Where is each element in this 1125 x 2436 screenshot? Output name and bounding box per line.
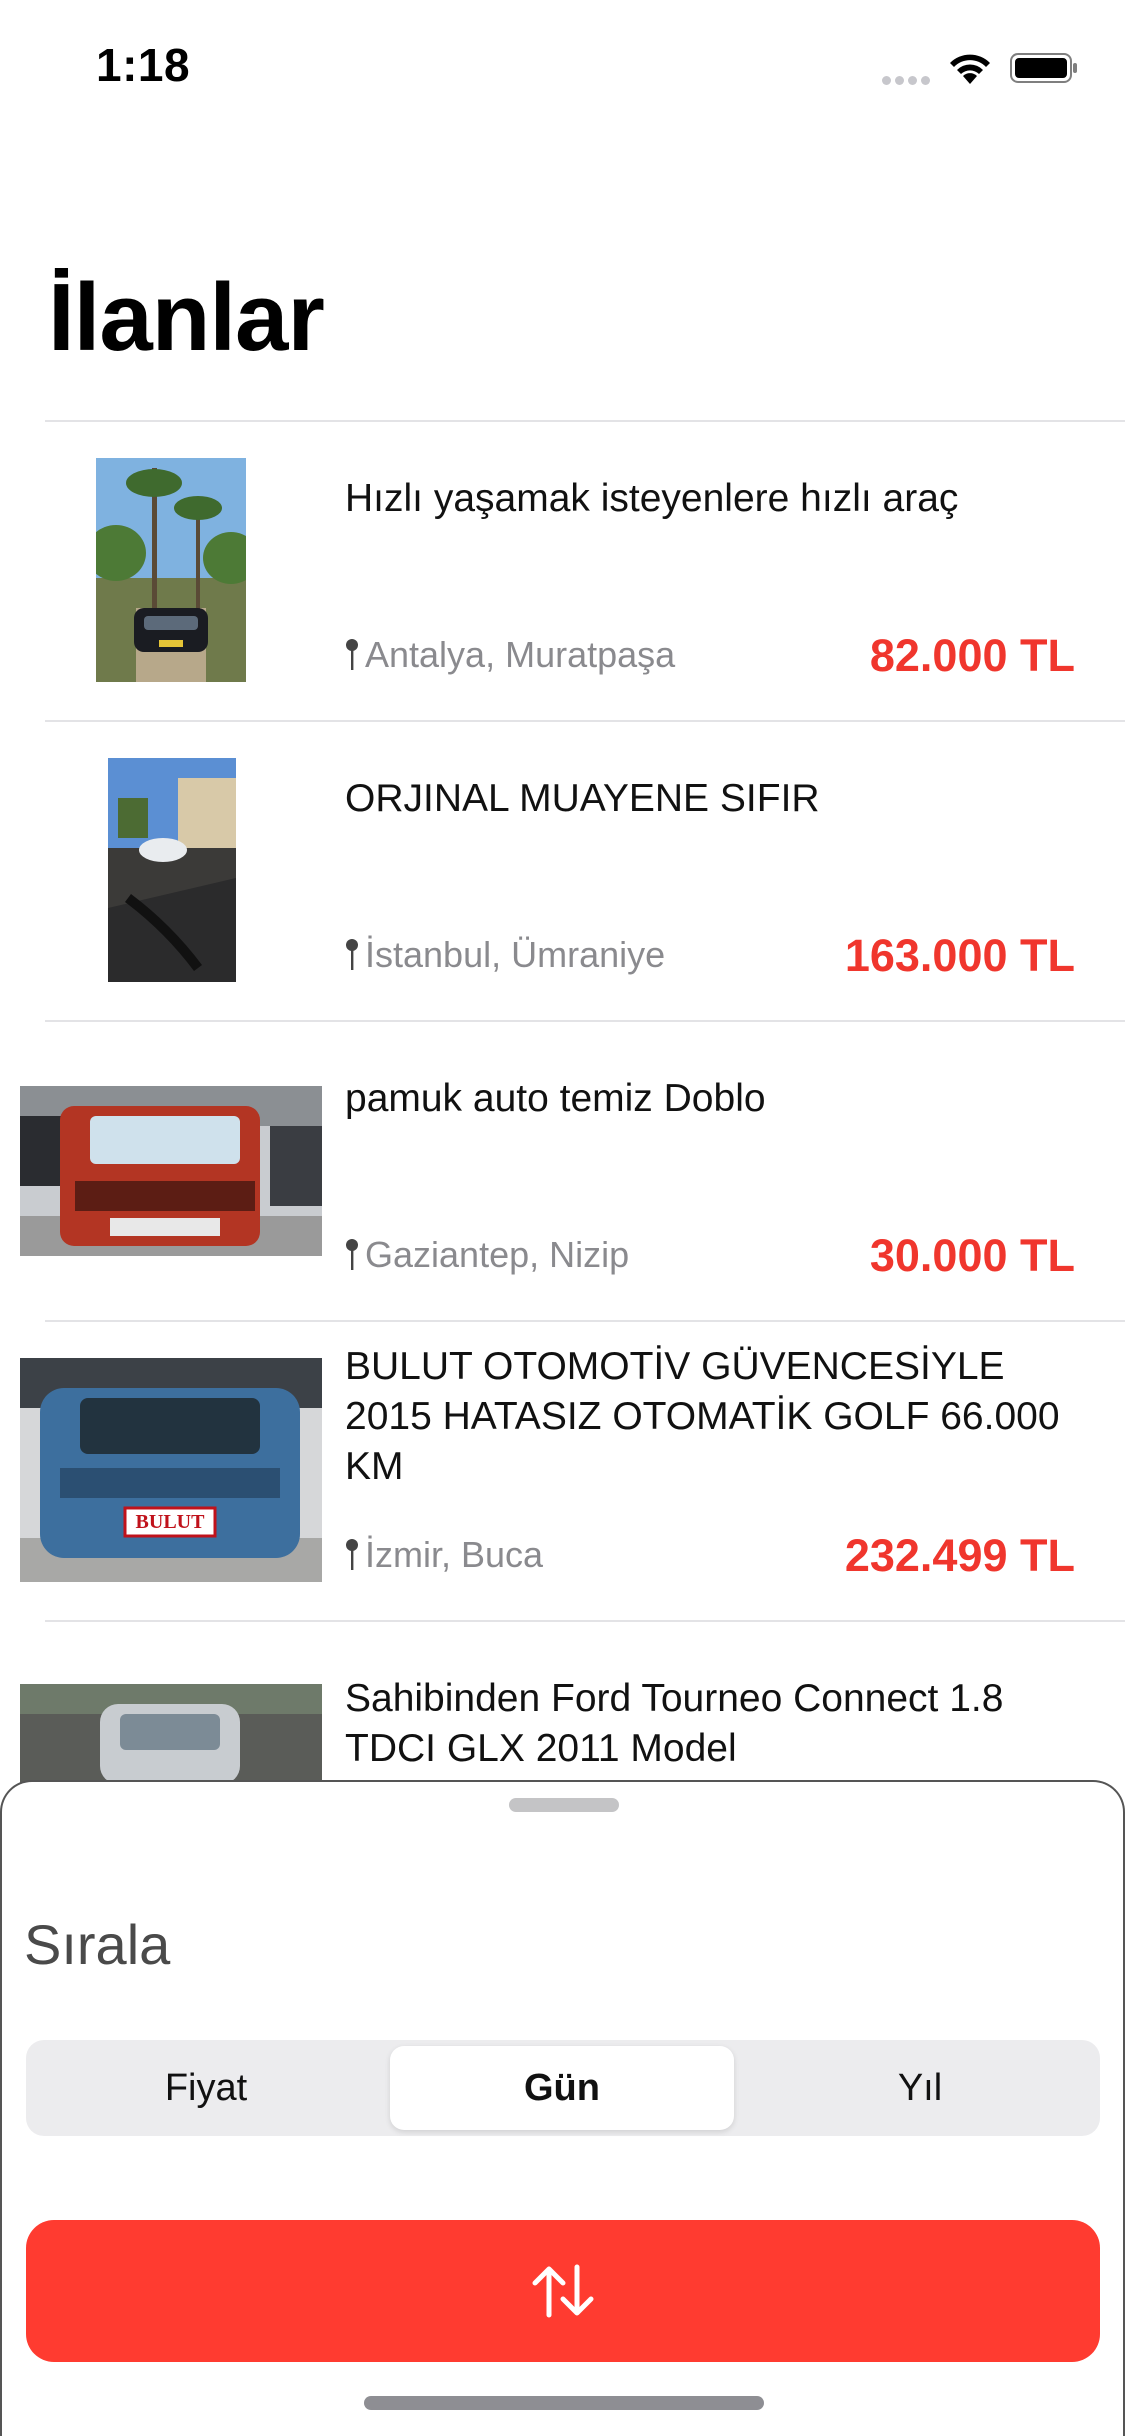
listing-title: Sahibinden Ford Tourneo Connect 1.8 TDCI… (345, 1677, 1004, 1770)
listing-location-text: Antalya, Muratpaşa (365, 634, 676, 675)
listing-photo (108, 758, 236, 982)
sort-segmented-control: Fiyat Gün Yıl (26, 2040, 1100, 2136)
listing-title: ORJINAL MUAYENE SIFIR (345, 777, 820, 820)
sort-arrows-icon (532, 2264, 594, 2318)
listing-location-text: İstanbul, Ümraniye (365, 934, 666, 975)
listing-location: İstanbul, Ümraniye (345, 934, 665, 976)
listing-location-text: Gaziantep, Nizip (365, 1234, 630, 1275)
page-title: İlanlar (48, 264, 325, 371)
sheet-grabber[interactable] (509, 1798, 619, 1812)
wifi-icon (950, 54, 990, 84)
listing-photo (20, 1684, 322, 1784)
status-time: 1:18 (96, 39, 191, 91)
listing-location: Antalya, Muratpaşa (345, 634, 675, 676)
listing-title: pamuk auto temiz Doblo (345, 1077, 766, 1120)
sort-option-yil[interactable]: Yıl (748, 2046, 1092, 2130)
listing-title: BULUT OTOMOTİV GÜVENCESİYLE 2015 HATASIZ… (345, 1345, 1060, 1488)
battery-icon (1010, 53, 1077, 83)
listing-row[interactable]: ORJINAL MUAYENE SIFIR İstanbul, Ümraniye… (0, 722, 1125, 1022)
listing-price: 163.000 TL (844, 930, 1075, 981)
cellular-signal-icon (882, 72, 934, 90)
listing-title: Hızlı yaşamak isteyenlere hızlı araç (345, 477, 959, 520)
listing-location-text: İzmir, Buca (365, 1534, 544, 1575)
sort-bottom-sheet: Sırala Fiyat Gün Yıl (0, 1780, 1125, 2436)
listing-photo (96, 458, 246, 682)
listing-location: Gaziantep, Nizip (345, 1234, 629, 1276)
listing-price: 82.000 TL (869, 630, 1075, 681)
listing-photo: BULUT (20, 1358, 322, 1582)
location-pin-icon (346, 639, 358, 670)
location-pin-icon (346, 939, 358, 970)
location-pin-icon (346, 1539, 358, 1570)
sort-option-fiyat[interactable]: Fiyat (34, 2046, 378, 2130)
listing-photo (20, 1086, 322, 1256)
home-indicator (364, 2396, 764, 2410)
listing-row[interactable]: BULUT BULUT OTOMOTİV GÜVENCESİYLE 2015 H… (0, 1322, 1125, 1622)
dealer-plate-text: BULUT (136, 1511, 206, 1533)
sort-option-gun[interactable]: Gün (390, 2046, 734, 2130)
sort-direction-button[interactable] (26, 2220, 1100, 2362)
listing-row[interactable]: pamuk auto temiz Doblo Gaziantep, Nizip … (0, 1022, 1125, 1322)
sort-sheet-title: Sırala (24, 1913, 171, 1976)
location-pin-icon (346, 1239, 358, 1270)
status-bar: 1:18 (0, 0, 1125, 132)
listing-price: 232.499 TL (844, 1530, 1075, 1581)
listing-row[interactable]: Hızlı yaşamak isteyenlere hızlı araç Ant… (0, 422, 1125, 722)
listing-price: 30.000 TL (869, 1230, 1075, 1281)
listing-location: İzmir, Buca (345, 1534, 543, 1576)
